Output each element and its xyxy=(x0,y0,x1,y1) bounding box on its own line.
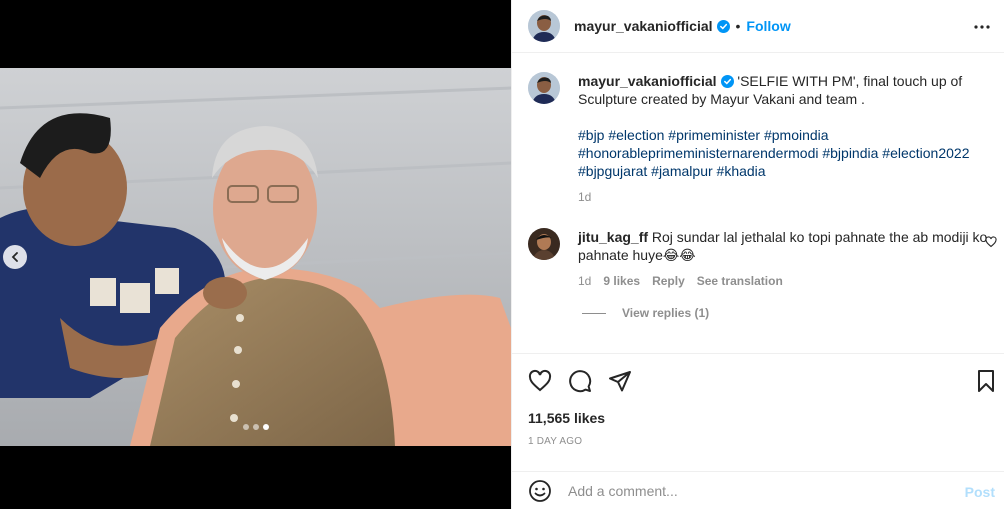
comment-likes[interactable]: 9 likes xyxy=(603,272,640,290)
carousel-prev-button[interactable] xyxy=(3,245,27,269)
see-translation-button[interactable]: See translation xyxy=(697,272,783,290)
verified-icon xyxy=(716,19,730,33)
smile-icon[interactable] xyxy=(528,479,552,503)
comments-list: mayur_vakaniofficial 'SELFIE WITH PM', f… xyxy=(512,54,1004,352)
comment-icon[interactable] xyxy=(568,369,592,393)
avatar-image xyxy=(528,72,560,104)
heart-icon[interactable] xyxy=(528,369,552,393)
like-comment-icon[interactable] xyxy=(985,236,997,248)
reply-button[interactable]: Reply xyxy=(652,272,685,290)
comment-body: jitu_kag_ff Roj sundar lal jethalal ko t… xyxy=(578,228,988,290)
caption: mayur_vakaniofficial 'SELFIE WITH PM', f… xyxy=(528,72,988,206)
carousel-dot xyxy=(242,424,249,430)
comment-input[interactable] xyxy=(568,482,948,499)
carousel-indicator xyxy=(0,424,511,430)
photo-illustration xyxy=(0,68,511,446)
share-icon[interactable] xyxy=(608,369,632,393)
author-avatar[interactable] xyxy=(528,10,560,42)
caption-meta: 1d xyxy=(578,188,988,206)
likes-count[interactable]: 11,565 likes xyxy=(528,410,605,426)
follow-button[interactable]: Follow xyxy=(746,18,790,34)
post-header: mayur_vakaniofficial • Follow xyxy=(512,0,1004,53)
post-comment-button[interactable]: Post xyxy=(965,484,995,500)
commenter-avatar[interactable] xyxy=(528,228,560,260)
post-photo[interactable] xyxy=(0,68,511,446)
carousel-dot xyxy=(252,424,259,430)
more-icon[interactable] xyxy=(973,18,991,36)
caption-body: mayur_vakaniofficial 'SELFIE WITH PM', f… xyxy=(578,72,988,206)
comment-item: jitu_kag_ff Roj sundar lal jethalal ko t… xyxy=(528,228,988,290)
verified-icon xyxy=(720,75,734,88)
view-replies-button[interactable]: View replies (1) xyxy=(582,306,709,320)
post-timestamp[interactable]: 1 DAY AGO xyxy=(528,436,582,447)
caption-hashtags[interactable]: #bjp #election #primeminister #pmoindia … xyxy=(578,126,988,180)
comment-composer: Post xyxy=(512,471,1004,509)
caption-avatar[interactable] xyxy=(528,72,560,104)
caption-age[interactable]: 1d xyxy=(578,188,591,206)
post-actions: 11,565 likes 1 DAY AGO xyxy=(512,353,1004,453)
chevron-left-icon xyxy=(11,252,18,262)
avatar-image xyxy=(528,10,560,42)
avatar-image xyxy=(528,228,560,260)
bookmark-icon[interactable] xyxy=(974,369,998,393)
caption-username[interactable]: mayur_vakaniofficial xyxy=(578,73,717,89)
author-username[interactable]: mayur_vakaniofficial xyxy=(574,18,713,34)
carousel-dot-active xyxy=(262,424,269,430)
comment-meta: 1d 9 likes Reply See translation xyxy=(578,272,988,290)
post-side-panel: mayur_vakaniofficial • Follow mayur_vaka… xyxy=(511,0,1004,509)
replies-divider xyxy=(582,312,606,314)
view-replies-label: View replies (1) xyxy=(622,306,710,320)
header-separator: • xyxy=(735,18,741,34)
comment-age[interactable]: 1d xyxy=(578,272,591,290)
post-media xyxy=(0,0,511,509)
commenter-username[interactable]: jitu_kag_ff xyxy=(578,229,648,245)
